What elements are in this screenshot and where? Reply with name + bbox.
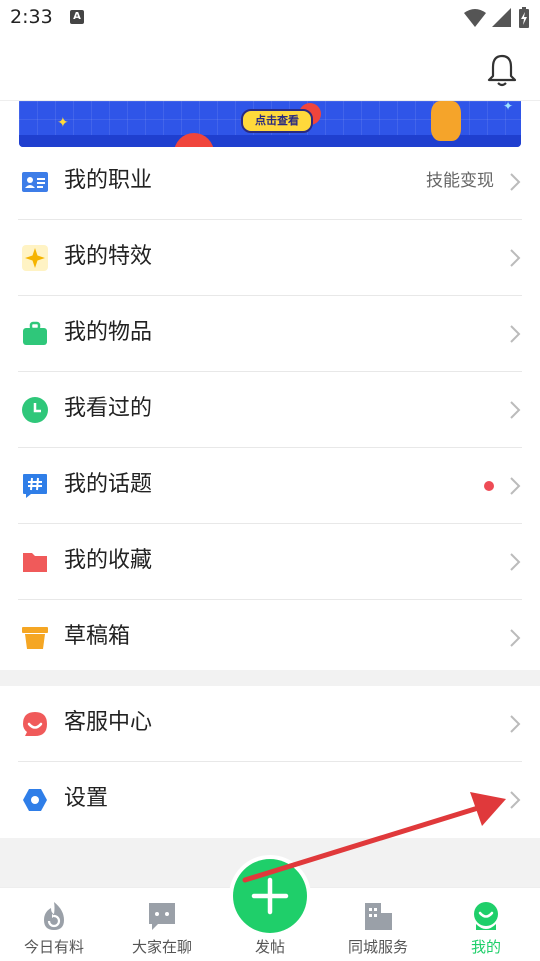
menu-item-label: 我的物品 [64,320,153,345]
tab-chat[interactable]: 大家在聊 [108,888,216,961]
wifi-icon [464,9,486,27]
banner-decor [431,101,461,141]
sparkle-icon: ✦ [503,101,514,113]
post-button[interactable] [229,855,311,937]
banner-view-button[interactable]: 点击查看 [241,109,313,133]
sparkle-icon [22,245,48,271]
settings-icon [23,789,47,811]
signal-icon [492,8,511,27]
plus-icon [251,877,289,915]
menu-item-label: 客服中心 [64,710,153,735]
menu-item-label: 我的收藏 [64,548,153,573]
status-bar: 2:33 A [0,0,540,36]
menu-item-career[interactable]: 我的职业 技能变现 [0,144,540,220]
promo-banner[interactable]: ✦ ✦ 点击查看 [19,101,521,147]
bag-icon [23,321,47,345]
menu-item-history[interactable]: 我看过的 [0,372,540,448]
battery-icon [519,7,529,28]
menu-item-label: 草稿箱 [64,624,131,649]
tab-label: 大家在聊 [131,938,192,956]
menu-item-drafts[interactable]: 草稿箱 [0,600,540,676]
chevron-right-icon [510,401,521,419]
tab-label: 今日有料 [23,938,84,956]
system-icons [464,7,530,29]
notification-badge: A [70,10,84,24]
flame-refresh-icon [44,902,64,930]
menu-item-support[interactable]: 客服中心 [0,686,540,762]
box-icon [22,627,48,649]
chevron-right-icon [510,173,521,191]
chat-icon [149,903,175,930]
support-icon [23,712,47,736]
status-time: 2:33 [10,6,53,28]
menu-item-label: 我的职业 [64,168,153,193]
tab-today[interactable]: 今日有料 [0,888,108,961]
menu-item-label: 我的特效 [64,244,153,269]
menu-item-label: 我看过的 [64,396,153,421]
menu-item-effects[interactable]: 我的特效 [0,220,540,296]
tab-label: 我的 [470,938,501,956]
buildings-icon [365,903,392,930]
menu-item-topics[interactable]: 我的话题 [0,448,540,524]
section-divider [0,670,540,686]
unread-dot [484,481,494,491]
chevron-right-icon [510,791,521,809]
tab-label: 发帖 [254,938,285,956]
bell-icon[interactable] [484,52,520,88]
tab-mine[interactable]: 我的 [432,888,540,961]
chevron-right-icon [510,477,521,495]
profile-icon [474,902,498,930]
hashtag-icon [23,474,47,498]
menu-item-extra: 技能变现 [426,171,494,191]
chevron-right-icon [510,249,521,267]
id-card-icon [22,172,48,192]
folder-icon [23,553,47,572]
page-header [0,36,540,101]
menu-item-items[interactable]: 我的物品 [0,296,540,372]
menu-item-label: 我的话题 [64,472,153,497]
clock-icon [22,397,48,423]
tab-local-services[interactable]: 同城服务 [324,888,432,961]
chevron-right-icon [510,629,521,647]
chevron-right-icon [510,715,521,733]
menu-item-label: 设置 [64,786,109,811]
menu-item-settings[interactable]: 设置 [0,762,540,838]
sparkle-icon: ✦ [57,115,69,131]
chevron-right-icon [510,325,521,343]
menu-item-favorites[interactable]: 我的收藏 [0,524,540,600]
chevron-right-icon [510,553,521,571]
tab-label: 同城服务 [347,938,408,956]
